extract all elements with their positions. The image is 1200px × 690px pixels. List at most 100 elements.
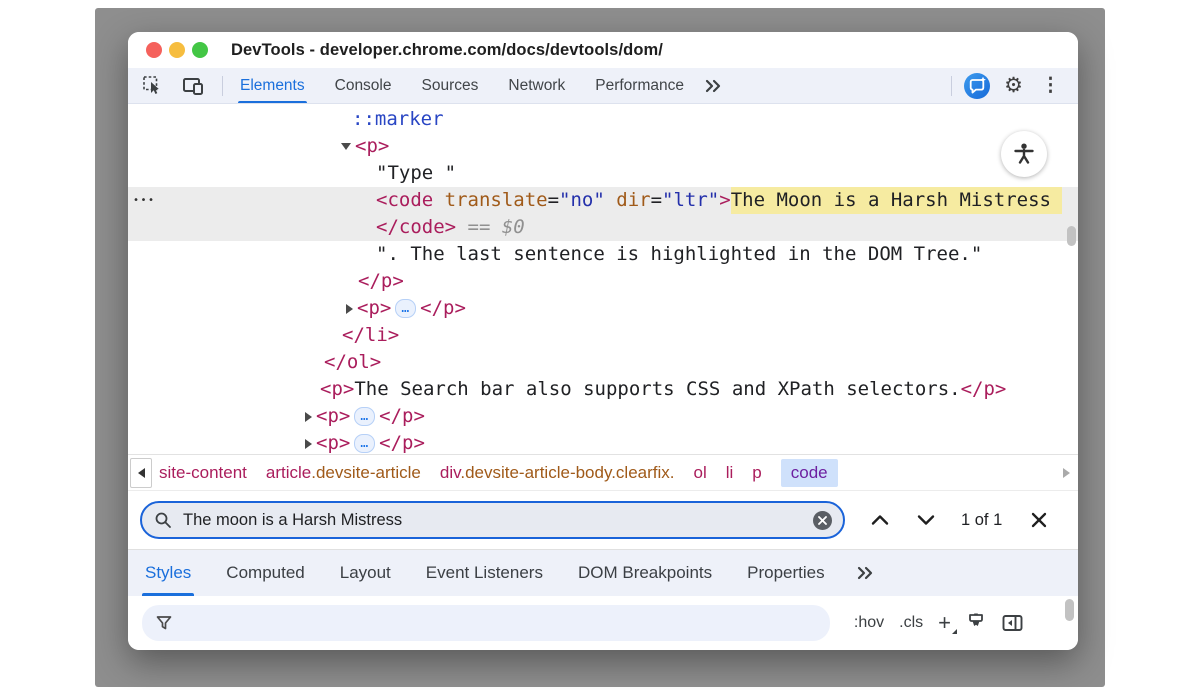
- tab-event-listeners[interactable]: Event Listeners: [426, 550, 543, 596]
- dom-token: </ol>: [324, 349, 381, 376]
- breadcrumb-item-p[interactable]: p: [752, 463, 761, 483]
- breadcrumb: site-content article.devsite-article div.d…: [128, 454, 1078, 490]
- dom-token: "no": [559, 187, 605, 214]
- search-icon: [154, 511, 172, 529]
- chevron-left-icon: [138, 468, 145, 478]
- tab-performance[interactable]: Performance: [595, 68, 684, 103]
- tab-dom-breakpoints[interactable]: DOM Breakpoints: [578, 550, 712, 596]
- tab-styles[interactable]: Styles: [145, 550, 191, 596]
- window-title: DevTools - developer.chrome.com/docs/dev…: [231, 41, 663, 60]
- expand-ellipsis-button[interactable]: …: [395, 299, 416, 318]
- dom-tree: ::marker<p>"Type "•••<code translate="no…: [128, 104, 1078, 454]
- toolbar-right-icons: ⚙ ⋮: [949, 73, 1066, 99]
- dom-token: =: [651, 187, 662, 214]
- breadcrumb-scroll-left-button[interactable]: [130, 458, 152, 488]
- dom-node-row[interactable]: "Type ": [128, 160, 1078, 187]
- minimize-window-button[interactable]: [169, 42, 185, 58]
- devtools-window: DevTools - developer.chrome.com/docs/dev…: [128, 32, 1078, 650]
- device-toolbar-icon[interactable]: [180, 73, 206, 99]
- dom-node-row[interactable]: </li>: [128, 322, 1078, 349]
- dom-token: [605, 187, 616, 214]
- previous-result-button[interactable]: [867, 507, 893, 533]
- toggle-element-state-button[interactable]: :hov: [854, 614, 884, 632]
- search-field[interactable]: [140, 501, 845, 539]
- breadcrumb-item-article[interactable]: article.devsite-article: [266, 463, 421, 483]
- dom-token: </code>: [376, 214, 456, 241]
- dom-node-row[interactable]: </p>: [128, 268, 1078, 295]
- dom-node-row[interactable]: •••<code translate="no" dir="ltr">The Mo…: [128, 187, 1078, 214]
- dom-token: </p>: [961, 376, 1007, 403]
- crumb-tag: code: [791, 463, 828, 482]
- close-window-button[interactable]: [146, 42, 162, 58]
- expander-right-icon[interactable]: [346, 304, 353, 314]
- toggle-sidebar-icon[interactable]: [1001, 612, 1024, 634]
- tab-console[interactable]: Console: [335, 68, 392, 103]
- breadcrumb-item-li[interactable]: li: [726, 463, 734, 483]
- dom-token: =: [548, 187, 559, 214]
- styles-filter-bar: :hov .cls +: [128, 596, 1078, 650]
- dom-node-row[interactable]: <p>…</p>: [128, 403, 1078, 430]
- dom-scrollbar-thumb[interactable]: [1067, 226, 1076, 246]
- breadcrumb-item-code[interactable]: code: [781, 459, 838, 487]
- dom-node-row[interactable]: </code> == $0: [128, 214, 1078, 241]
- tab-properties[interactable]: Properties: [747, 550, 824, 596]
- zoom-window-button[interactable]: [192, 42, 208, 58]
- dom-token: ::marker: [352, 106, 444, 133]
- style-filter-field[interactable]: [142, 605, 830, 641]
- new-style-rule-button[interactable]: +: [938, 612, 951, 634]
- tab-sources[interactable]: Sources: [422, 68, 479, 103]
- settings-gear-icon[interactable]: ⚙: [1004, 75, 1023, 96]
- more-styles-tabs-icon[interactable]: [854, 550, 876, 596]
- dom-node-row[interactable]: <p>: [128, 133, 1078, 160]
- toolbar-divider: [222, 76, 223, 96]
- customize-menu-icon[interactable]: ⋮: [1041, 74, 1060, 97]
- dom-token: dir: [616, 187, 650, 214]
- inspect-element-icon[interactable]: [140, 73, 166, 99]
- dom-node-row[interactable]: ". The last sentence is highlighted in t…: [128, 241, 1078, 268]
- breadcrumb-list: site-content article.devsite-article div.d…: [159, 459, 838, 487]
- dom-node-row[interactable]: </ol>: [128, 349, 1078, 376]
- crumb-tag: p: [752, 463, 761, 482]
- expand-ellipsis-button[interactable]: …: [354, 434, 375, 453]
- crumb-tag: li: [726, 463, 734, 482]
- crumb-tag: ol: [694, 463, 707, 482]
- dom-token: </p>: [420, 295, 466, 322]
- breadcrumb-item-ol[interactable]: ol: [694, 463, 707, 483]
- styles-scrollbar-thumb[interactable]: [1065, 599, 1074, 621]
- search-input[interactable]: [181, 510, 812, 531]
- dom-token: "ltr": [662, 187, 719, 214]
- breadcrumb-item-site-content[interactable]: site-content: [159, 463, 247, 483]
- crumb-tag: site-content: [159, 463, 247, 482]
- styles-panel-tabs: Styles Computed Layout Event Listeners DOM B…: [128, 549, 1078, 596]
- next-result-button[interactable]: [913, 507, 939, 533]
- dom-node-row[interactable]: <p>The Search bar also supports CSS and …: [128, 376, 1078, 403]
- dom-token: ". The last sentence is highlighted in t…: [376, 241, 982, 268]
- crumb-tag: article: [266, 463, 311, 482]
- tab-elements[interactable]: Elements: [240, 68, 305, 103]
- breadcrumb-item-div[interactable]: div.devsite-article-body.clearfix.: [440, 463, 675, 483]
- close-search-icon[interactable]: [1026, 507, 1052, 533]
- dom-node-row[interactable]: ::marker: [128, 106, 1078, 133]
- dom-node-row[interactable]: <p>…</p>: [128, 430, 1078, 454]
- tab-layout[interactable]: Layout: [340, 550, 391, 596]
- dom-token: The Moon is a Harsh Mistress: [731, 187, 1062, 214]
- accessibility-fab[interactable]: [1001, 131, 1047, 177]
- more-panels-icon[interactable]: [703, 77, 723, 95]
- tab-computed[interactable]: Computed: [226, 550, 304, 596]
- expander-right-icon[interactable]: [305, 412, 312, 422]
- tab-network[interactable]: Network: [508, 68, 565, 103]
- overflow-dots-icon[interactable]: •••: [133, 187, 156, 214]
- breadcrumb-scroll-right-icon[interactable]: [1063, 468, 1070, 478]
- rendering-emulation-icon[interactable]: [965, 612, 987, 634]
- ai-assistance-icon[interactable]: [964, 73, 990, 99]
- dom-node-row[interactable]: <p>…</p>: [128, 295, 1078, 322]
- expand-ellipsis-button[interactable]: …: [354, 407, 375, 426]
- styles-tabs-list: Styles Computed Layout Event Listeners DOM B…: [145, 550, 860, 596]
- expander-down-icon[interactable]: [341, 143, 351, 150]
- element-classes-button[interactable]: .cls: [899, 614, 923, 632]
- dom-token: <p>: [355, 133, 389, 160]
- dom-token: <code: [376, 187, 445, 214]
- expander-right-icon[interactable]: [305, 439, 312, 449]
- clear-search-icon[interactable]: [812, 510, 833, 531]
- dom-token: translate: [445, 187, 548, 214]
